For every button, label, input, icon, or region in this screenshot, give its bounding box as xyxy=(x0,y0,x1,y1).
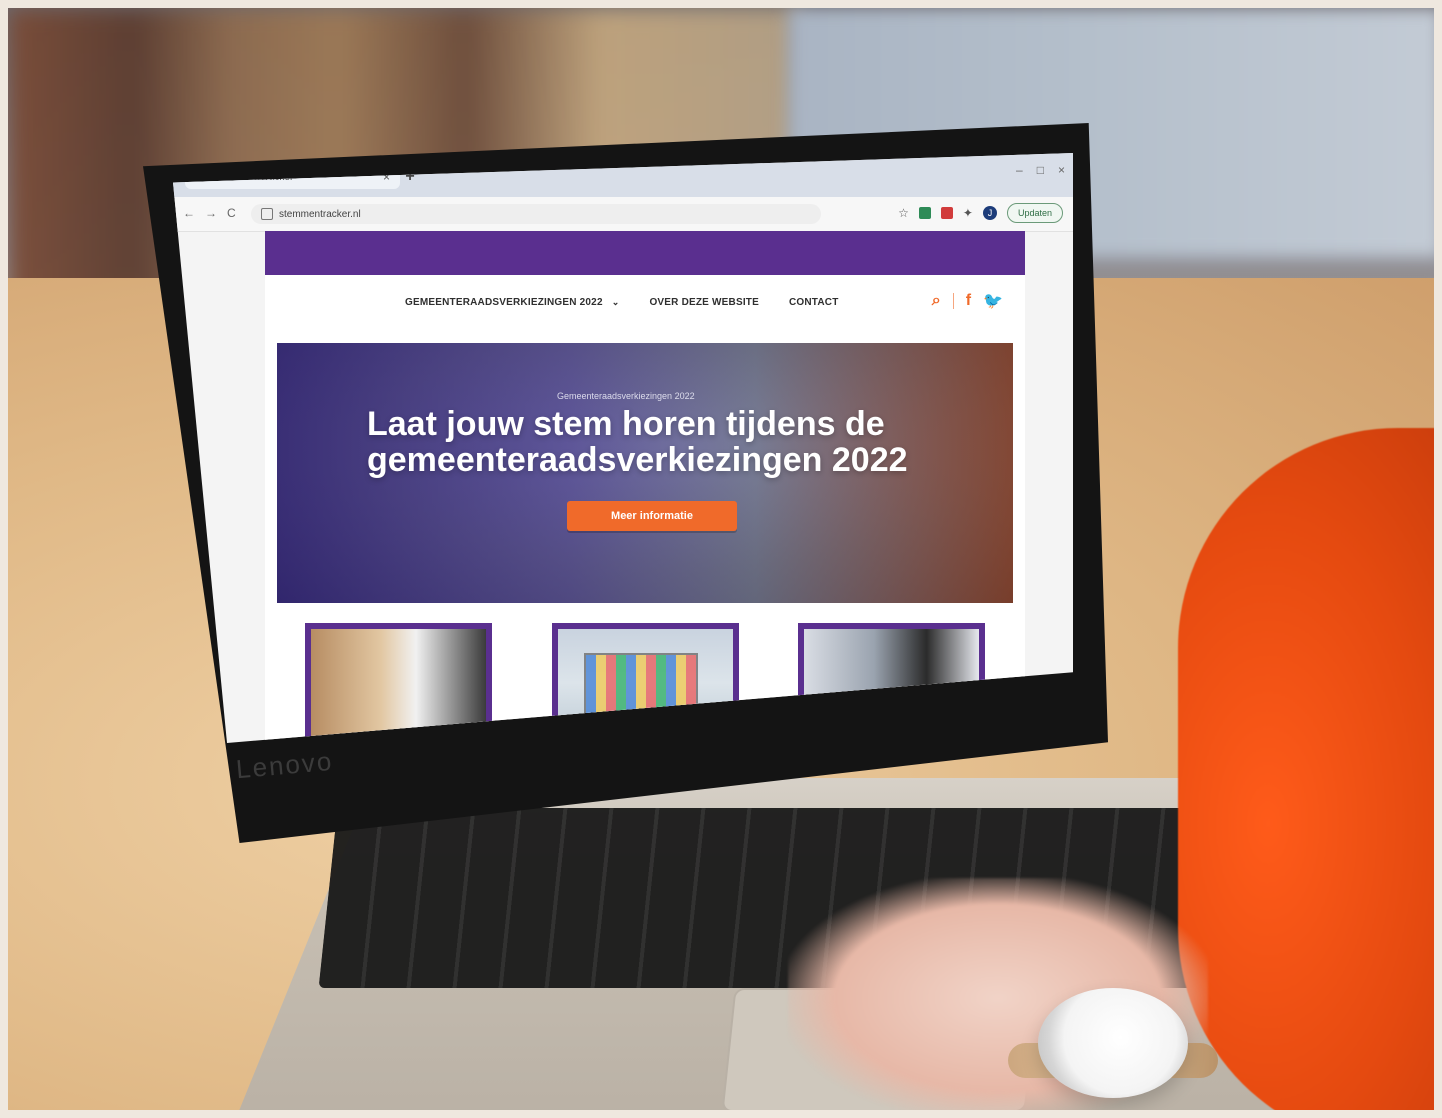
hero-banner: Gemeenteraadsverkiezingen 2022 Laat jouw… xyxy=(277,343,1013,603)
avatar[interactable]: J xyxy=(982,206,997,220)
browser-nav-buttons: ← → C xyxy=(183,206,236,220)
site-topbar xyxy=(265,231,1025,275)
close-window-icon[interactable]: × xyxy=(1058,163,1065,177)
menu-item-about[interactable]: OVER DEZE WEBSITE xyxy=(649,297,759,308)
reload-icon[interactable]: C xyxy=(227,206,236,220)
watch-face xyxy=(1038,988,1188,1098)
url-text: stemmentracker.nl xyxy=(279,208,361,220)
photo: Lenovo m StemmenTracker × + – □ × ← → C xyxy=(8,8,1442,1118)
star-icon[interactable]: ☆ xyxy=(898,206,909,220)
window-controls: – □ × xyxy=(1016,163,1065,177)
forward-icon[interactable]: → xyxy=(205,206,217,220)
puzzle-icon[interactable]: ✦ xyxy=(963,206,973,220)
update-button[interactable]: Updaten xyxy=(1006,203,1063,223)
hero-kicker: Gemeenteraadsverkiezingen 2022 xyxy=(557,391,695,401)
laptop-screen: m StemmenTracker × + – □ × ← → C stemmen… xyxy=(173,153,1073,743)
search-icon[interactable]: ⌕ xyxy=(932,292,941,310)
more-info-button[interactable]: Meer informatie xyxy=(567,501,737,531)
browser-right-actions: ☆ ✦ J Updaten xyxy=(898,203,1063,223)
menu-item-label: GEMEENTERAADSVERKIEZINGEN 2022 xyxy=(405,297,603,308)
site-menu: GEMEENTERAADSVERKIEZINGEN 2022 ⌄ OVER DE… xyxy=(405,297,839,308)
back-icon[interactable]: ← xyxy=(183,206,195,220)
browser-addressbar: ← → C stemmentracker.nl ☆ ✦ J Updaten xyxy=(173,197,1073,232)
site-social-actions: ⌕ f 🐦 xyxy=(932,291,1003,311)
menu-item-elections[interactable]: GEMEENTERAADSVERKIEZINGEN 2022 ⌄ xyxy=(405,297,619,308)
divider xyxy=(952,293,954,309)
twitter-icon[interactable]: 🐦 xyxy=(983,291,1003,311)
extension-icon[interactable] xyxy=(940,207,953,219)
website: GEMEENTERAADSVERKIEZINGEN 2022 ⌄ OVER DE… xyxy=(265,231,1025,743)
minimize-icon[interactable]: – xyxy=(1016,163,1023,177)
url-field[interactable]: stemmentracker.nl xyxy=(251,204,821,224)
facebook-icon[interactable]: f xyxy=(966,292,971,310)
menu-item-contact[interactable]: CONTACT xyxy=(789,297,839,308)
lock-icon xyxy=(261,208,273,220)
chevron-down-icon: ⌄ xyxy=(611,297,620,307)
extension-icon[interactable] xyxy=(918,207,931,219)
person-sleeve xyxy=(1178,428,1442,1118)
maximize-icon[interactable]: □ xyxy=(1037,163,1044,177)
hero-headline: Laat jouw stem horen tijdens de gemeente… xyxy=(367,405,908,479)
site-nav: GEMEENTERAADSVERKIEZINGEN 2022 ⌄ OVER DE… xyxy=(265,275,1025,339)
